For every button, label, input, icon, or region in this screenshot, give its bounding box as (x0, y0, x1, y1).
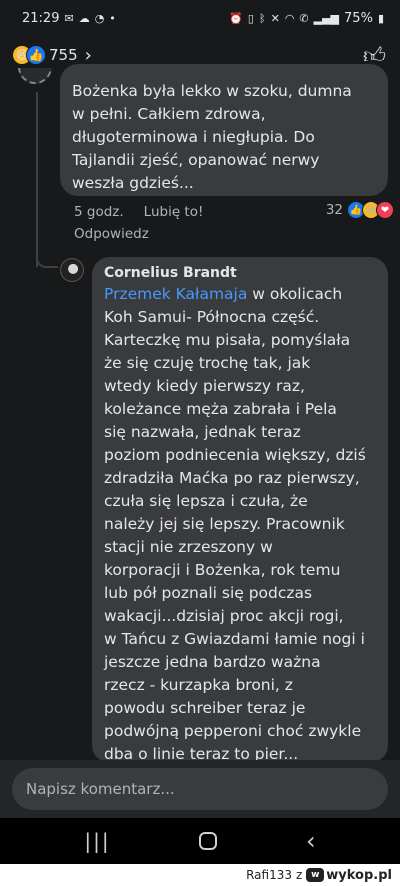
chevron-right-icon: › (84, 44, 92, 66)
reply-avatar[interactable] (60, 258, 84, 282)
reply-line: rzecz - kurzapka broni, z (104, 676, 293, 694)
comment-reaction-count: 32 (325, 202, 343, 218)
reply-line: się nazwała, jednak teraz (104, 423, 301, 441)
reply-line: powodu schreiber teraz je (104, 699, 306, 717)
comment-meta: 5 godz. Lubię to! Odpowiedz 32 👍 😆 ❤ (74, 201, 394, 242)
bluetooth-icon: ᛒ (258, 11, 266, 25)
reply-line: koleżance męża zabrała i Pela (104, 400, 337, 418)
comment-line: Tajlandii zjeść, opanować nerwy (72, 151, 320, 169)
cloud-icon: ☁ (78, 11, 90, 25)
mail-icon: ✉ (64, 11, 74, 25)
like-reaction-icon: 👍 (26, 45, 46, 65)
reaction-summary[interactable]: 😆 👍 755 › (12, 45, 92, 66)
comment-input-placeholder: Napisz komentarz... (26, 780, 175, 798)
comment-line: weszła gdzieś... (72, 174, 194, 192)
reply-line: że się czuję trochę tak, jak (104, 354, 311, 372)
mention-link[interactable]: Przemek Kałamaja (104, 285, 247, 303)
reply-line: Karteczkę mu pisała, pomyślała (104, 331, 351, 349)
love-reaction-icon: ❤ (376, 201, 394, 219)
home-icon[interactable] (199, 832, 218, 850)
reply-line: wakacji...dzisiaj proc akcji rogi, (104, 607, 344, 625)
reply-line: wtedy kiedy pierwszy raz, (104, 377, 305, 395)
battery-level: 75% (344, 10, 373, 26)
comment-reply-button[interactable]: Odpowiedz (74, 226, 394, 242)
call-icon: ✆ (299, 11, 309, 25)
reply-line: należy jej się lepszy. Pracownik (104, 515, 345, 533)
reply-line: poziom podniecenia większy, dziś (104, 446, 366, 464)
reply-line: lub pół poznali się podczas (104, 584, 313, 602)
avatar[interactable] (14, 68, 54, 90)
reply-line: korporacji i Bożenka, rok temu (104, 561, 341, 579)
comment-time: 5 godz. (74, 204, 124, 220)
comment-line: Bożenka była lekko w szoku, dumna (72, 82, 352, 100)
reply-line: Przemek Kałamaja w okolicach (104, 283, 376, 306)
reply-line: podwójną pepperoni choć zwykle (104, 722, 362, 740)
recent-apps-icon[interactable]: ||| (84, 829, 110, 853)
comment-line: długoterminowa i niegłupia. Do (72, 128, 315, 146)
wykop-logo: w wykop.pl (306, 868, 392, 883)
reply-line: w Tańcu z Gwiazdami łamie nogi i (104, 630, 365, 648)
wykop-logo-icon: w (306, 868, 325, 882)
status-right: ⏰ ▯ ᛒ ✕ ◠ ✆ ▂▄▆ 75% ▮ (229, 11, 384, 26)
status-time: 21:29 (22, 10, 60, 26)
battery-icon: ▮ (377, 11, 384, 25)
reply-line: czuła się lepsza i czuła, że (104, 492, 308, 510)
comment-input[interactable]: Napisz komentarz... (12, 768, 388, 810)
thread-connector (36, 250, 58, 268)
alarm-icon: ⏰ (229, 11, 243, 25)
avatar-image (18, 68, 52, 84)
reply-line: stacji nie zrzeszony w (104, 538, 273, 556)
reply-line-text: w okolicach (247, 285, 343, 303)
watermark-user: Rafi133 (246, 868, 292, 882)
reply-bubble: Cornelius Brandt Przemek Kałamaja w okol… (92, 257, 388, 763)
reaction-icons: 😆 👍 (12, 45, 46, 65)
reply-line: zdradziła Maćka po raz pierwszy, (104, 469, 360, 487)
comment-bubble: Bożenka była lekko w szoku, dumna w pełn… (60, 64, 388, 196)
watermark-site: wykop.pl (326, 867, 392, 883)
back-icon[interactable]: ‹ (306, 827, 316, 855)
signal-icon: ▂▄▆ (313, 11, 340, 25)
reaction-count: 755 (49, 46, 78, 64)
reply-author[interactable]: Cornelius Brandt (104, 265, 376, 281)
watermark-z: z (295, 868, 303, 882)
comment-reactions[interactable]: 32 👍 😆 ❤ (326, 201, 394, 219)
vibrate-icon: ▯ (247, 11, 254, 25)
thread-line (36, 92, 38, 267)
comment-like-button[interactable]: Lubię to! (144, 204, 204, 220)
mute-icon: ✕ (270, 11, 280, 25)
watermark: Rafi133 z w wykop.pl (0, 864, 400, 886)
status-left: 21:29 ✉ ☁ ◔ • (22, 11, 116, 26)
comment-text: Bożenka była lekko w szoku, dumna w pełn… (72, 80, 376, 195)
whatsapp-icon: ◔ (94, 11, 105, 25)
wifi-icon: ◠ (284, 11, 295, 25)
reply-line: Koh Samui- Północna część. (104, 308, 320, 326)
comment-line: w pełni. Całkiem zdrowa, (72, 105, 266, 123)
reply-text: Przemek Kałamaja w okolicach Koh Samui- … (104, 283, 376, 766)
system-navbar: ||| ‹ (0, 818, 400, 864)
status-dot: • (109, 11, 116, 25)
status-bar: 21:29 ✉ ☁ ◔ • ⏰ ▯ ᛒ ✕ ◠ ✆ ▂▄▆ 75% ▮ (0, 0, 400, 36)
reply-line: jeszcze jedna bardzo ważna (104, 653, 321, 671)
